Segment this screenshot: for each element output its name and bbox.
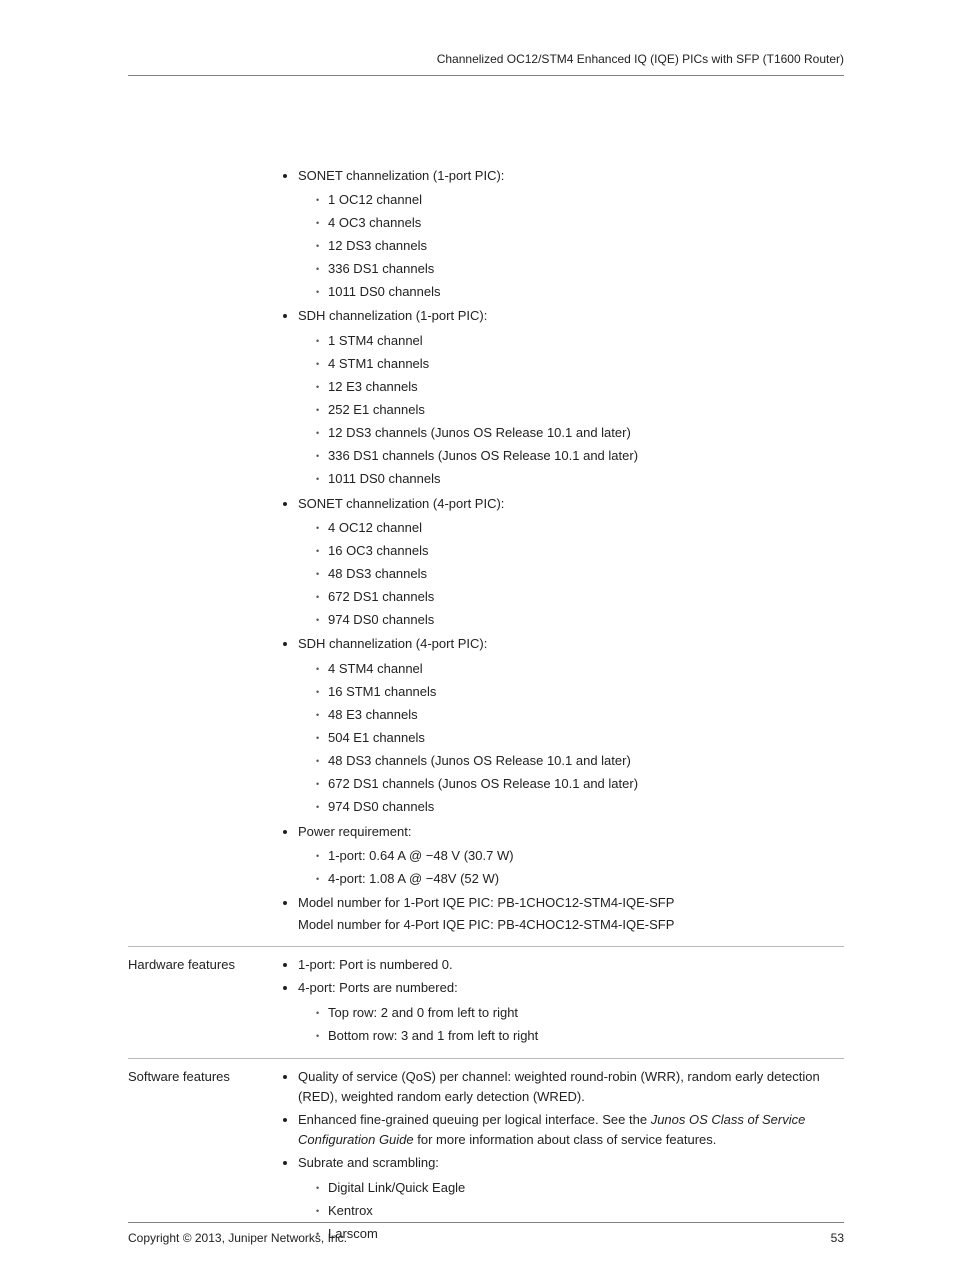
list-item: 4-port: Ports are numbered: Top row: 2 a… — [298, 978, 844, 1045]
list-item: 1011 DS0 channels — [316, 282, 844, 302]
copyright: Copyright © 2013, Juniper Networks, Inc. — [128, 1229, 347, 1248]
list-item: 336 DS1 channels — [316, 259, 844, 279]
group-title: SONET channelization (4-port PIC): — [298, 496, 504, 511]
group-title: SDH channelization (1-port PIC): — [298, 308, 487, 323]
footer: Copyright © 2013, Juniper Networks, Inc.… — [128, 1222, 844, 1248]
group-title: Power requirement: — [298, 824, 411, 839]
list-item: 672 DS1 channels (Junos OS Release 10.1 … — [316, 774, 844, 794]
software-top-list: Quality of service (QoS) per channel: we… — [280, 1067, 844, 1244]
list-item: 12 DS3 channels (Junos OS Release 10.1 a… — [316, 423, 844, 443]
list-item: 48 E3 channels — [316, 705, 844, 725]
list-item: 336 DS1 channels (Junos OS Release 10.1 … — [316, 446, 844, 466]
list-item: SONET channelization (1-port PIC): 1 OC12… — [298, 166, 844, 303]
list-item: Top row: 2 and 0 from left to right — [316, 1003, 844, 1023]
hardware-top-list: 1-port: Port is numbered 0. 4-port: Port… — [280, 955, 844, 1046]
list-item: Digital Link/Quick Eagle — [316, 1178, 844, 1198]
spec-row-body: SONET channelization (1-port PIC): 1 OC12… — [280, 166, 844, 939]
list-item: 4 STM4 channel — [316, 659, 844, 679]
software-subrate-title: Subrate and scrambling: — [298, 1155, 439, 1170]
list-item: 974 DS0 channels — [316, 797, 844, 817]
running-header: Channelized OC12/STM4 Enhanced IQ (IQE) … — [128, 50, 844, 76]
software-qos: Quality of service (QoS) per channel: we… — [298, 1069, 820, 1104]
list-item: 4 OC3 channels — [316, 213, 844, 233]
list-item: Bottom row: 3 and 1 from left to right — [316, 1026, 844, 1046]
software-label: Software features — [128, 1067, 280, 1087]
list-item: 12 E3 channels — [316, 377, 844, 397]
software-queuing-post: for more information about class of serv… — [414, 1132, 717, 1147]
list-item: 16 OC3 channels — [316, 541, 844, 561]
list-item: 1011 DS0 channels — [316, 469, 844, 489]
page-number: 53 — [831, 1229, 844, 1248]
list-item: 504 E1 channels — [316, 728, 844, 748]
list-item: SDH channelization (1-port PIC): 1 STM4 c… — [298, 306, 844, 489]
list-item: 1 STM4 channel — [316, 331, 844, 351]
list-item: 974 DS0 channels — [316, 610, 844, 630]
sub-list: 1 OC12 channel 4 OC3 channels 12 DS3 chann… — [298, 190, 844, 303]
hardware-sub-list: Top row: 2 and 0 from left to right Botto… — [298, 1003, 844, 1046]
hardware-row: Hardware features 1-port: Port is number… — [128, 946, 844, 1058]
hardware-line1: 1-port: Port is numbered 0. — [298, 957, 453, 972]
sub-list: 4 OC12 channel 16 OC3 channels 48 DS3 chan… — [298, 518, 844, 631]
header-title: Channelized OC12/STM4 Enhanced IQ (IQE) … — [437, 52, 844, 66]
list-item: 252 E1 channels — [316, 400, 844, 420]
list-item: SONET channelization (4-port PIC): 4 OC12… — [298, 494, 844, 631]
group-title: SONET channelization (1-port PIC): — [298, 168, 504, 183]
page: Channelized OC12/STM4 Enhanced IQ (IQE) … — [0, 0, 954, 1286]
software-queuing-pre: Enhanced fine-grained queuing per logica… — [298, 1112, 651, 1127]
list-item: 4 STM1 channels — [316, 354, 844, 374]
list-item: 12 DS3 channels — [316, 236, 844, 256]
list-item: 4 OC12 channel — [316, 518, 844, 538]
sub-list: 4 STM4 channel 16 STM1 channels 48 E3 chan… — [298, 659, 844, 818]
group-title: SDH channelization (4-port PIC): — [298, 636, 487, 651]
list-item: 1-port: Port is numbered 0. — [298, 955, 844, 975]
list-item: SDH channelization (4-port PIC): 4 STM4 c… — [298, 634, 844, 817]
list-item: Power requirement: 1-port: 0.64 A @ −48 V… — [298, 822, 844, 889]
hardware-body: 1-port: Port is numbered 0. 4-port: Port… — [280, 955, 844, 1050]
list-item: 4-port: 1.08 A @ −48V (52 W) — [316, 869, 844, 889]
list-item: 48 DS3 channels — [316, 564, 844, 584]
list-item: Model number for 1-Port IQE PIC: PB-1CHO… — [298, 893, 844, 935]
software-body: Quality of service (QoS) per channel: we… — [280, 1067, 844, 1248]
hardware-line2: 4-port: Ports are numbered: — [298, 980, 458, 995]
sub-list: 1-port: 0.64 A @ −48 V (30.7 W) 4-port: 1… — [298, 846, 844, 889]
hardware-label: Hardware features — [128, 955, 280, 975]
sub-list: 1 STM4 channel 4 STM1 channels 12 E3 chann… — [298, 331, 844, 490]
list-item: 1 OC12 channel — [316, 190, 844, 210]
list-item: 1-port: 0.64 A @ −48 V (30.7 W) — [316, 846, 844, 866]
spec-top-list: SONET channelization (1-port PIC): 1 OC12… — [280, 166, 844, 936]
spec-row: SONET channelization (1-port PIC): 1 OC12… — [128, 166, 844, 947]
list-item: Kentrox — [316, 1201, 844, 1221]
list-item: Enhanced fine-grained queuing per logica… — [298, 1110, 844, 1150]
list-item: 16 STM1 channels — [316, 682, 844, 702]
list-item: 672 DS1 channels — [316, 587, 844, 607]
list-item: 48 DS3 channels (Junos OS Release 10.1 a… — [316, 751, 844, 771]
list-item: Quality of service (QoS) per channel: we… — [298, 1067, 844, 1107]
model2-line: Model number for 4-Port IQE PIC: PB-4CHO… — [298, 915, 844, 935]
